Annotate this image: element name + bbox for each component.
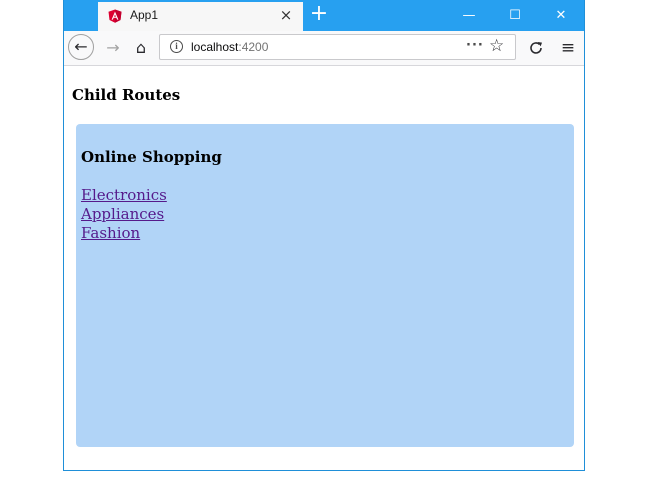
panel-title: Online Shopping [81,148,222,166]
bookmark-star-icon[interactable]: ☆ [489,36,504,56]
home-button[interactable]: ⌂ [128,35,154,61]
browser-tab[interactable]: App1 × [98,2,303,31]
new-tab-button[interactable]: + [307,2,331,28]
close-window-button[interactable]: ✕ [538,0,584,31]
title-bar: App1 × + — ☐ ✕ [64,0,584,31]
minimize-button[interactable]: — [446,0,492,31]
reload-icon [530,42,542,54]
maximize-button[interactable]: ☐ [492,0,538,31]
url-port: :4200 [238,40,269,54]
menu-button[interactable]: ≡ [555,35,581,61]
child-route-panel: Online Shopping Electronics Appliances F… [76,124,574,447]
browser-window: App1 × + — ☐ ✕ ← → ⌂ i localhost:4200 ··… [63,0,585,471]
page-content: Child Routes Online Shopping Electronics… [64,66,584,470]
tab-title: App1 [130,8,159,22]
url-text[interactable]: localhost:4200 [191,40,268,54]
page-title: Child Routes [72,86,181,104]
address-bar[interactable]: i localhost:4200 ··· ☆ [159,34,516,60]
category-links: Electronics Appliances Fashion [81,186,167,243]
back-button[interactable]: ← [68,34,94,60]
url-host: localhost [191,40,239,54]
tab-close-icon[interactable]: × [275,4,297,26]
forward-button[interactable]: → [100,35,126,61]
electronics-link[interactable]: Electronics [81,186,167,205]
page-actions-icon[interactable]: ··· [466,38,484,53]
navigation-toolbar: ← → ⌂ i localhost:4200 ··· ☆ ≡ [64,31,584,66]
angular-icon [108,9,122,23]
fashion-link[interactable]: Fashion [81,224,167,243]
appliances-link[interactable]: Appliances [81,205,167,224]
reload-button[interactable] [523,35,549,61]
info-icon[interactable]: i [170,40,183,53]
